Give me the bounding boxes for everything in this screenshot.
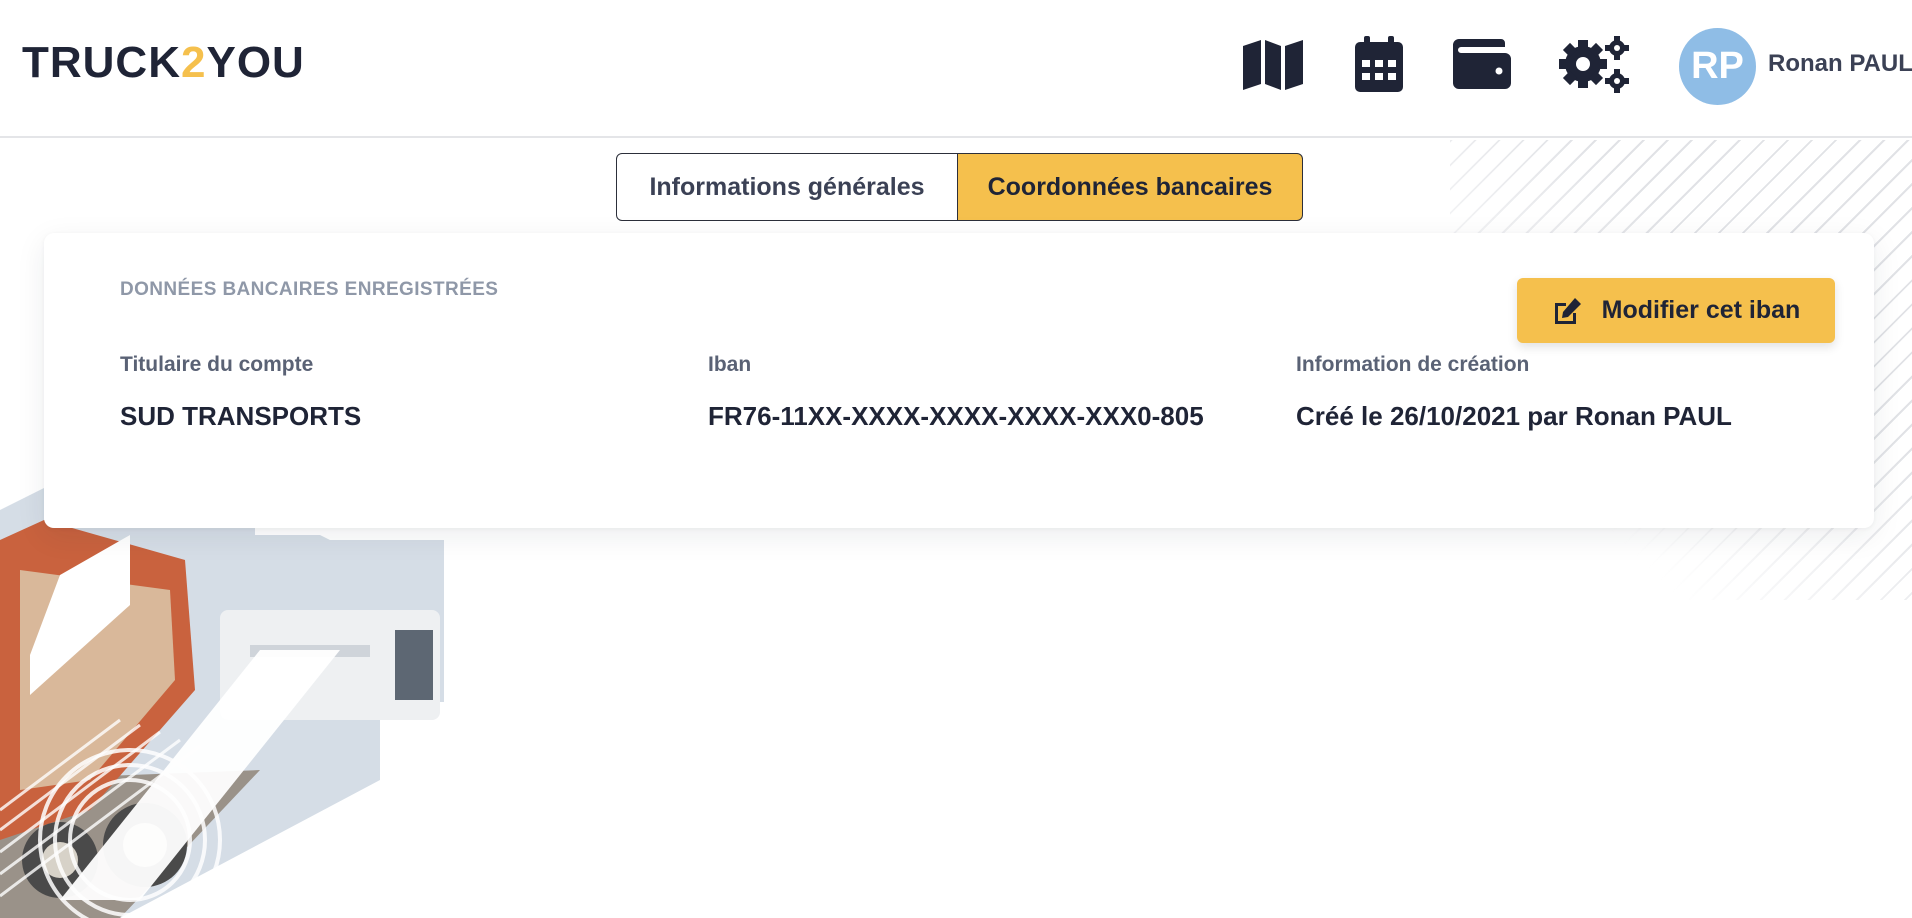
wallet-icon[interactable] (1449, 34, 1515, 94)
user-avatar[interactable]: RP (1679, 28, 1756, 105)
iban-label: Iban (708, 353, 752, 376)
section-title: DONNÉES BANCAIRES ENREGISTRÉES (120, 279, 499, 300)
bank-details-card: DONNÉES BANCAIRES ENREGISTRÉES Modifier … (44, 233, 1874, 528)
iban-value: FR76-11XX-XXXX-XXXX-XXXX-XXX0-805 (708, 401, 1204, 431)
edit-iban-button[interactable]: Modifier cet iban (1517, 278, 1835, 343)
field-account-holder: Titulaire du compte SUD TRANSPORTS (120, 353, 361, 432)
truck-background-image (0, 480, 450, 918)
edit-icon (1554, 297, 1581, 324)
settings-icon[interactable] (1556, 34, 1630, 94)
logo-text-2: 2 (180, 38, 207, 87)
user-name[interactable]: Ronan PAUL (1768, 50, 1912, 78)
field-iban: Iban FR76-11XX-XXXX-XXXX-XXXX-XXX0-805 (708, 353, 1204, 432)
tab-informations-generales[interactable]: Informations générales (616, 153, 958, 221)
edit-iban-label: Modifier cet iban (1601, 296, 1801, 324)
truck2you-logo[interactable]: TRUCK 2 YOU (22, 38, 305, 87)
logo-text-truck: TRUCK (22, 38, 181, 87)
tab-coordonnees-bancaires[interactable]: Coordonnées bancaires (958, 153, 1303, 221)
top-header: TRUCK 2 YOU RP Ronan PAUL (0, 0, 1912, 138)
field-creation-info: Information de création Créé le 26/10/20… (1296, 353, 1732, 432)
calendar-icon[interactable] (1346, 34, 1412, 94)
map-icon[interactable] (1240, 34, 1306, 94)
account-holder-value: SUD TRANSPORTS (120, 401, 362, 431)
account-holder-label: Titulaire du compte (120, 353, 314, 376)
creation-info-value: Créé le 26/10/2021 par Ronan PAUL (1296, 401, 1732, 431)
logo-text-you: YOU (206, 38, 305, 87)
creation-info-label: Information de création (1296, 353, 1530, 376)
profile-tabs: Informations générales Coordonnées banca… (616, 153, 1303, 221)
